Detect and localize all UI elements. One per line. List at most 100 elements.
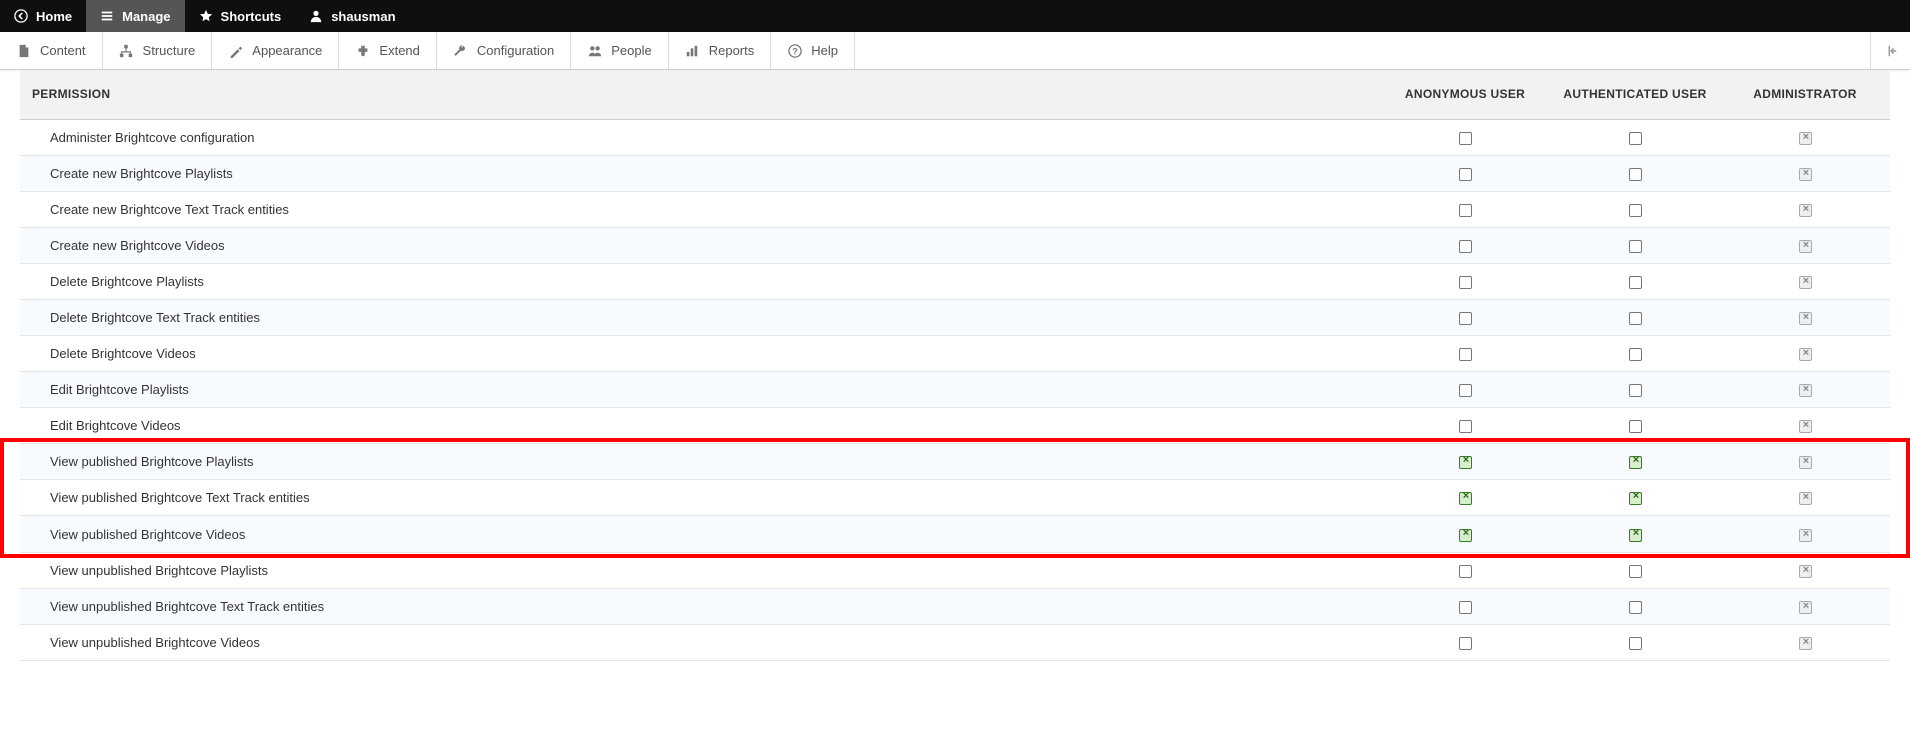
permission-label: Edit Brightcove Playlists — [20, 372, 1380, 408]
th-anon: Anonymous user — [1380, 70, 1550, 119]
table-row: View unpublished Brightcove Playlists — [20, 552, 1890, 588]
checkbox[interactable] — [1459, 637, 1472, 650]
checkbox[interactable] — [1629, 204, 1642, 217]
help-label: Help — [811, 43, 838, 58]
checkbox[interactable] — [1629, 384, 1642, 397]
checkbox-cell — [1380, 516, 1550, 552]
checkbox[interactable] — [1629, 312, 1642, 325]
manage-label: Manage — [122, 9, 170, 24]
checkbox[interactable] — [1459, 420, 1472, 433]
th-auth: Authenticated user — [1550, 70, 1720, 119]
appearance-tab[interactable]: Appearance — [212, 32, 339, 69]
checkbox-cell — [1550, 552, 1720, 588]
reports-tab[interactable]: Reports — [669, 32, 772, 69]
table-row: Delete Brightcove Text Track entities — [20, 300, 1890, 336]
checkbox[interactable] — [1629, 529, 1642, 542]
checkbox-cell — [1380, 336, 1550, 372]
people-icon — [587, 43, 602, 58]
checkbox[interactable] — [1459, 168, 1472, 181]
checkbox-cell — [1550, 588, 1720, 624]
checkbox — [1799, 240, 1812, 253]
user-icon — [309, 9, 323, 23]
table-row: View unpublished Brightcove Videos — [20, 624, 1890, 660]
checkbox[interactable] — [1629, 240, 1642, 253]
people-tab[interactable]: People — [571, 32, 668, 69]
permission-label: View published Brightcove Playlists — [20, 444, 1380, 480]
checkbox-cell — [1380, 624, 1550, 660]
checkbox-cell — [1380, 480, 1550, 516]
checkbox[interactable] — [1459, 348, 1472, 361]
checkbox-cell — [1380, 227, 1550, 263]
table-row: Create new Brightcove Text Track entitie… — [20, 191, 1890, 227]
checkbox-cell — [1550, 444, 1720, 480]
checkbox[interactable] — [1629, 456, 1642, 469]
checkbox-cell — [1720, 264, 1890, 300]
checkbox[interactable] — [1629, 565, 1642, 578]
checkbox[interactable] — [1459, 240, 1472, 253]
checkbox[interactable] — [1459, 565, 1472, 578]
th-admin: Administrator — [1720, 70, 1890, 119]
user-label: shausman — [331, 9, 395, 24]
checkbox-cell — [1550, 155, 1720, 191]
checkbox[interactable] — [1629, 420, 1642, 433]
checkbox[interactable] — [1459, 384, 1472, 397]
checkbox-cell — [1720, 444, 1890, 480]
permission-label: Edit Brightcove Videos — [20, 408, 1380, 444]
checkbox-cell — [1720, 155, 1890, 191]
table-row: Edit Brightcove Videos — [20, 408, 1890, 444]
checkbox[interactable] — [1459, 312, 1472, 325]
home-tab[interactable]: Home — [0, 0, 86, 32]
checkbox[interactable] — [1459, 276, 1472, 289]
extend-tab[interactable]: Extend — [339, 32, 436, 69]
permission-label: View unpublished Brightcove Playlists — [20, 552, 1380, 588]
checkbox[interactable] — [1459, 204, 1472, 217]
content-label: Content — [40, 43, 86, 58]
checkbox[interactable] — [1629, 276, 1642, 289]
th-permission: Permission — [20, 70, 1380, 119]
manage-tab[interactable]: Manage — [86, 0, 184, 32]
permission-label: Delete Brightcove Playlists — [20, 264, 1380, 300]
checkbox[interactable] — [1629, 168, 1642, 181]
checkbox[interactable] — [1629, 601, 1642, 614]
extend-label: Extend — [379, 43, 419, 58]
checkbox-cell — [1380, 408, 1550, 444]
home-label: Home — [36, 9, 72, 24]
help-tab[interactable]: ? Help — [771, 32, 855, 69]
checkbox-cell — [1720, 552, 1890, 588]
checkbox[interactable] — [1459, 132, 1472, 145]
checkbox[interactable] — [1459, 456, 1472, 469]
collapse-toolbar[interactable] — [1870, 32, 1910, 69]
structure-tab[interactable]: Structure — [103, 32, 213, 69]
checkbox-cell — [1550, 191, 1720, 227]
checkbox-cell — [1720, 516, 1890, 552]
user-tab[interactable]: shausman — [295, 0, 409, 32]
permission-label: View unpublished Brightcove Videos — [20, 624, 1380, 660]
permissions-table-wrap: Permission Anonymous user Authenticated … — [0, 70, 1910, 691]
checkbox-cell — [1550, 516, 1720, 552]
extend-icon — [355, 43, 370, 58]
checkbox — [1799, 168, 1812, 181]
checkbox[interactable] — [1459, 529, 1472, 542]
table-row: Edit Brightcove Playlists — [20, 372, 1890, 408]
content-tab[interactable]: Content — [0, 32, 103, 69]
checkbox[interactable] — [1629, 348, 1642, 361]
checkbox[interactable] — [1629, 492, 1642, 505]
shortcuts-label: Shortcuts — [221, 9, 282, 24]
checkbox[interactable] — [1459, 601, 1472, 614]
checkbox[interactable] — [1459, 492, 1472, 505]
permission-label: Create new Brightcove Videos — [20, 227, 1380, 263]
checkbox — [1799, 529, 1812, 542]
permissions-table: Permission Anonymous user Authenticated … — [20, 70, 1890, 661]
configuration-tab[interactable]: Configuration — [437, 32, 571, 69]
table-row: Administer Brightcove configuration — [20, 119, 1890, 155]
checkbox-cell — [1720, 336, 1890, 372]
checkbox[interactable] — [1629, 637, 1642, 650]
permission-label: Delete Brightcove Videos — [20, 336, 1380, 372]
appearance-icon — [228, 43, 243, 58]
checkbox[interactable] — [1629, 132, 1642, 145]
checkbox-cell — [1380, 191, 1550, 227]
shortcuts-tab[interactable]: Shortcuts — [185, 0, 296, 32]
checkbox-cell — [1720, 624, 1890, 660]
help-icon: ? — [787, 43, 802, 58]
admin-toolbar: Content Structure Appearance Extend Conf… — [0, 32, 1910, 70]
